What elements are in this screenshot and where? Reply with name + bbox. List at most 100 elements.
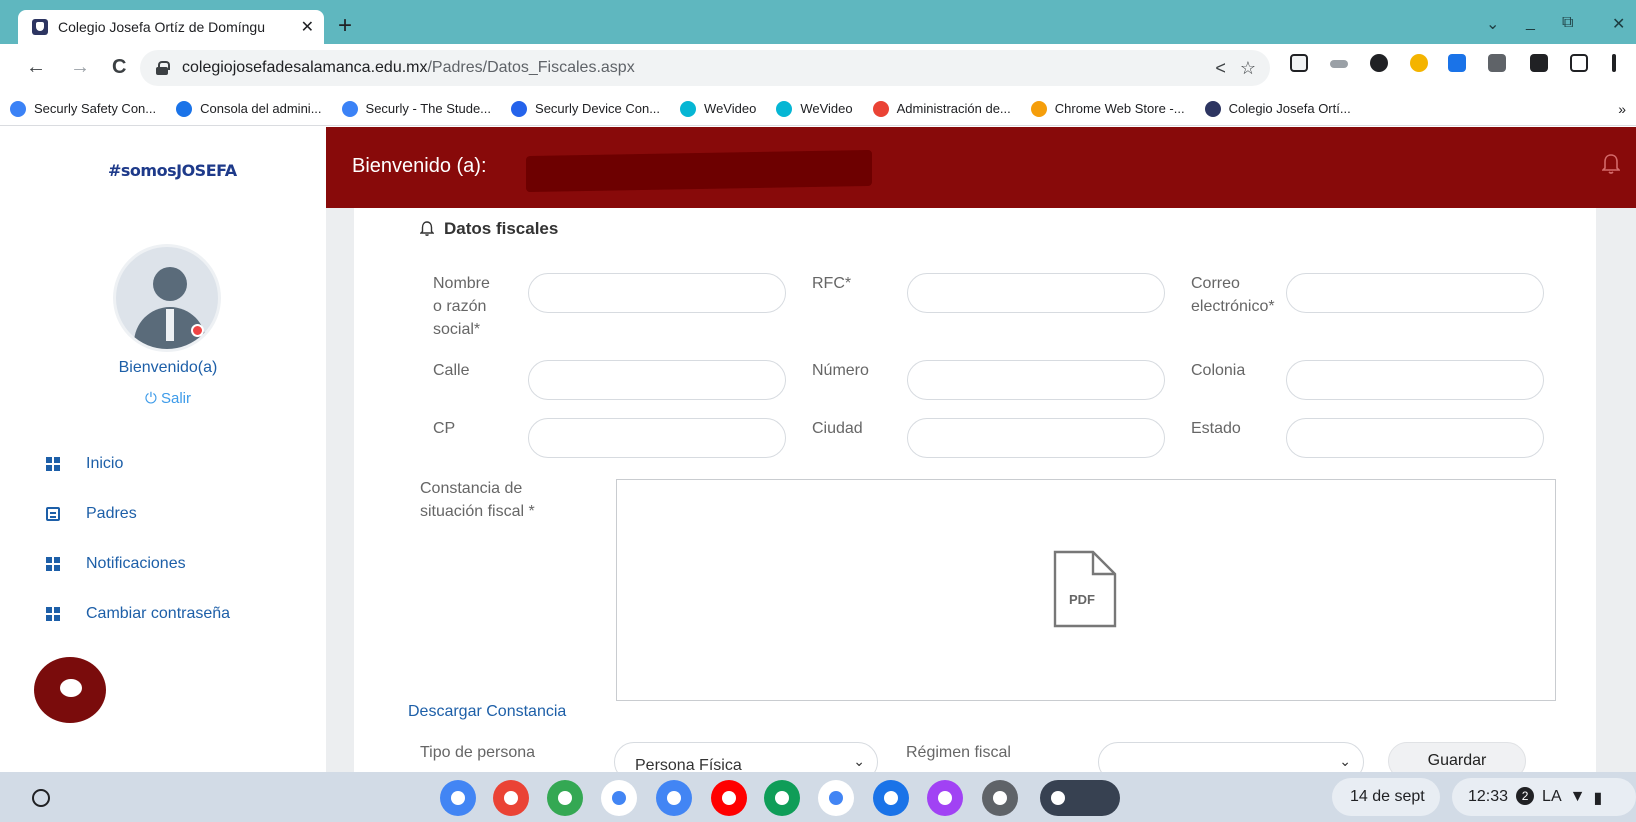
download-constancia-link[interactable]: Descargar Constancia [408, 703, 566, 721]
back-button[interactable]: ← [26, 57, 46, 77]
address-bar[interactable]: colegiojosefadesalamanca.edu.mx/Padres/D… [140, 50, 1270, 86]
status-tray[interactable]: 12:33 2 LA ▼ ▮ [1452, 778, 1636, 816]
extension-icon[interactable] [1488, 54, 1506, 72]
side-panel-icon[interactable] [1570, 54, 1588, 72]
bookmark-label: Colegio Josefa Ortí... [1228, 101, 1351, 116]
sidebar-item-cambiar[interactable]: Cambiar contraseña [46, 589, 230, 639]
shelf-app-icon[interactable] [982, 780, 1018, 816]
sidebar-item-notificaciones[interactable]: Notificaciones [46, 539, 230, 589]
chat-bubble-icon[interactable] [34, 657, 106, 723]
nombre-field[interactable] [528, 273, 786, 313]
browser-tab[interactable]: Colegio Josefa Ortíz de Domíngu ✕ [18, 10, 324, 44]
extension-icon[interactable] [1410, 54, 1428, 72]
bookmark-item[interactable]: Consola del admini... [176, 100, 322, 117]
shelf-app-icon[interactable] [873, 780, 909, 816]
email-field[interactable] [1286, 273, 1544, 313]
bookmark-item[interactable]: Securly - The Stude... [341, 100, 492, 117]
app-glyph-icon [722, 791, 736, 805]
app-glyph-icon [1051, 791, 1065, 805]
bookmark-favicon-icon [341, 100, 358, 117]
bookmark-label: Securly - The Stude... [365, 101, 492, 116]
date-tray[interactable]: 14 de sept [1332, 778, 1440, 816]
bookmark-favicon-icon [776, 100, 793, 117]
estado-field[interactable] [1286, 418, 1544, 458]
close-window-button[interactable]: ✕ [1612, 14, 1625, 34]
top-bar: Bienvenido (a): [326, 127, 1636, 208]
menu-kebab-icon[interactable] [1612, 54, 1616, 72]
label-tipo-persona: Tipo de persona [420, 744, 536, 761]
bookmark-label: Consola del admini... [200, 101, 322, 116]
bookmark-item[interactable]: WeVideo [680, 100, 756, 117]
shelf-app-icon[interactable] [601, 780, 637, 816]
bell-icon[interactable] [1602, 153, 1620, 175]
launcher-icon[interactable] [32, 789, 50, 807]
bookmark-item[interactable]: Chrome Web Store -... [1030, 100, 1185, 117]
colonia-field[interactable] [1286, 360, 1544, 400]
cp-field[interactable] [528, 418, 786, 458]
shelf-app-icon[interactable] [764, 780, 800, 816]
sidebar: #somosJOSEFA Bienvenido(a) ⏻ Salir Inici… [0, 127, 326, 772]
forward-button[interactable]: → [70, 57, 90, 77]
bookmark-item[interactable]: Colegio Josefa Ortí... [1204, 100, 1351, 117]
shelf-app-icon[interactable] [927, 780, 963, 816]
label-calle: Calle [433, 362, 470, 379]
sidebar-item-label: Cambiar contraseña [86, 605, 231, 622]
minimize-button[interactable]: _ [1526, 14, 1535, 32]
clock: 12:33 [1468, 788, 1509, 805]
status-dot [191, 324, 204, 337]
browser-toolbar: ← → C colegiojosefadesalamanca.edu.mx/Pa… [0, 44, 1636, 92]
lock-icon [156, 61, 170, 75]
shelf-app-icon[interactable] [547, 780, 583, 816]
school-favicon-icon [32, 19, 48, 35]
bookmark-label: WeVideo [800, 101, 853, 116]
calle-field[interactable] [528, 360, 786, 400]
bookmark-star-icon[interactable]: ☆ [1240, 58, 1256, 79]
restore-button[interactable]: ⧉ [1562, 14, 1573, 32]
logout-link[interactable]: ⏻ Salir [0, 390, 336, 407]
bell-icon [420, 221, 434, 236]
shelf-app-icon[interactable] [440, 780, 476, 816]
shelf-app-icon[interactable] [711, 780, 747, 816]
label-colonia: Colonia [1191, 362, 1246, 379]
dashboard-icon [46, 457, 60, 471]
sidebar-item-inicio[interactable]: Inicio [46, 439, 230, 489]
bookmark-item[interactable]: Securly Device Con... [511, 100, 660, 117]
tab-title: Colegio Josefa Ortíz de Domíngu [58, 19, 265, 35]
bookmark-item[interactable]: Administración de... [872, 100, 1011, 117]
shelf-app-icon[interactable] [656, 780, 692, 816]
bookmarks-overflow-icon[interactable]: » [1618, 101, 1626, 117]
keyboard-locale: LA [1542, 788, 1562, 805]
sidebar-item-label: Inicio [86, 455, 124, 472]
vimeo-extension-icon[interactable] [1448, 54, 1466, 72]
section-title: Datos fiscales [420, 219, 558, 239]
bookmark-favicon-icon [511, 100, 528, 117]
app-glyph-icon [451, 791, 465, 805]
bookmark-item[interactable]: WeVideo [776, 100, 853, 117]
notification-count-badge: 2 [1516, 787, 1535, 805]
close-tab-icon[interactable]: ✕ [301, 17, 314, 37]
numero-field[interactable] [907, 360, 1165, 400]
bookmarks-bar: Securly Safety Con... Consola del admini.… [0, 92, 1636, 126]
sidebar-item-label: Notificaciones [86, 555, 186, 572]
shelf-app-icon[interactable] [493, 780, 529, 816]
sidebar-item-padres[interactable]: Padres [46, 489, 230, 539]
label-cp: CP [433, 420, 456, 437]
shelf-app-icon[interactable] [1040, 780, 1120, 816]
extension-cursor-icon[interactable] [1290, 54, 1308, 72]
url-host: colegiojosefadesalamanca.edu.mx [182, 59, 428, 76]
extension-icon[interactable] [1330, 60, 1348, 68]
shelf-app-icon[interactable] [818, 780, 854, 816]
tab-search-icon[interactable]: ⌄ [1486, 14, 1499, 34]
os-shelf: 14 de sept 12:33 2 LA ▼ ▮ [0, 772, 1636, 822]
app-glyph-icon [884, 791, 898, 805]
reload-button[interactable]: C [112, 57, 126, 77]
bookmark-item[interactable]: Securly Safety Con... [10, 100, 156, 117]
share-icon[interactable]: < [1215, 58, 1226, 79]
dashboard-icon [46, 557, 60, 571]
pdf-file-icon [1053, 550, 1117, 628]
ciudad-field[interactable] [907, 418, 1165, 458]
extensions-puzzle-icon[interactable] [1530, 54, 1548, 72]
new-tab-button[interactable]: + [338, 14, 352, 38]
extension-icon[interactable] [1370, 54, 1388, 72]
rfc-field[interactable] [907, 273, 1165, 313]
